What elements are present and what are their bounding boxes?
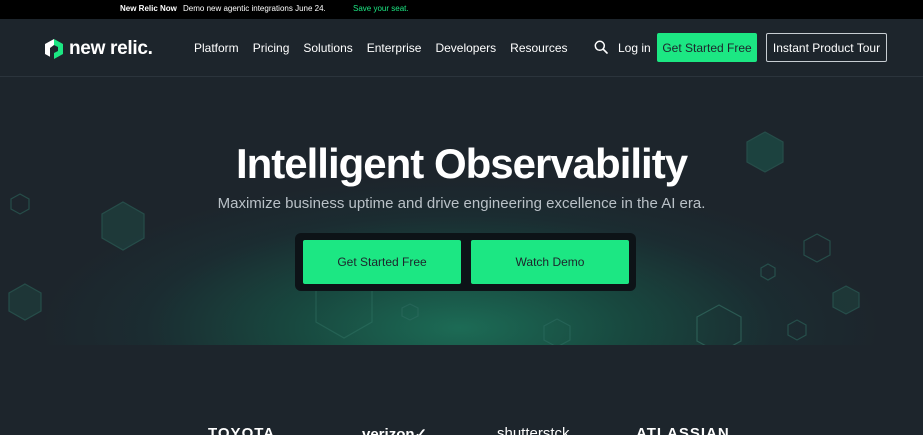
hero-section: Intelligent Observability Maximize busin… <box>0 78 923 345</box>
hero-subtitle: Maximize business uptime and drive engin… <box>217 195 706 212</box>
get-started-free-button[interactable]: Get Started Free <box>657 33 757 62</box>
brand-logo[interactable]: new relic. <box>45 38 153 60</box>
verizon-logo: verizon✓ <box>362 426 428 435</box>
login-link[interactable]: Log in <box>618 41 651 55</box>
toyota-logo: TOYOTA <box>208 425 276 435</box>
announcement-text: Demo new agentic integrations June 24. <box>183 4 326 13</box>
announcement-brand: New Relic Now <box>120 4 177 13</box>
announcement-link[interactable]: Save your seat. <box>353 4 409 13</box>
cta-container: Get Started Free Watch Demo <box>295 233 636 291</box>
nav-link-resources[interactable]: Resources <box>510 41 567 55</box>
nav-link-solutions[interactable]: Solutions <box>303 41 352 55</box>
atlassian-logo: ATLASSIAN <box>636 425 730 435</box>
logo-text: new relic. <box>69 38 153 59</box>
customer-logos: TOYOTA verizon✓ shutterstсk ATLASSIAN <box>0 420 923 435</box>
hero-get-started-button[interactable]: Get Started Free <box>303 240 461 284</box>
hero-title: Intelligent Observability <box>235 140 688 187</box>
nav-link-developers[interactable]: Developers <box>435 41 496 55</box>
nav-link-enterprise[interactable]: Enterprise <box>367 41 422 55</box>
new-relic-logo-icon <box>45 39 63 59</box>
nav-link-pricing[interactable]: Pricing <box>253 41 290 55</box>
search-icon[interactable] <box>594 40 608 54</box>
nav-link-platform[interactable]: Platform <box>194 41 239 55</box>
announcement-bar: New Relic Now Demo new agentic integrati… <box>0 0 923 19</box>
watch-demo-button[interactable]: Watch Demo <box>471 240 629 284</box>
top-navigation: new relic. Platform Pricing Solutions En… <box>0 19 923 77</box>
instant-product-tour-button[interactable]: Instant Product Tour <box>766 33 887 62</box>
shutterstock-logo: shutterstсk <box>497 425 570 435</box>
nav-links: Platform Pricing Solutions Enterprise De… <box>194 41 582 55</box>
